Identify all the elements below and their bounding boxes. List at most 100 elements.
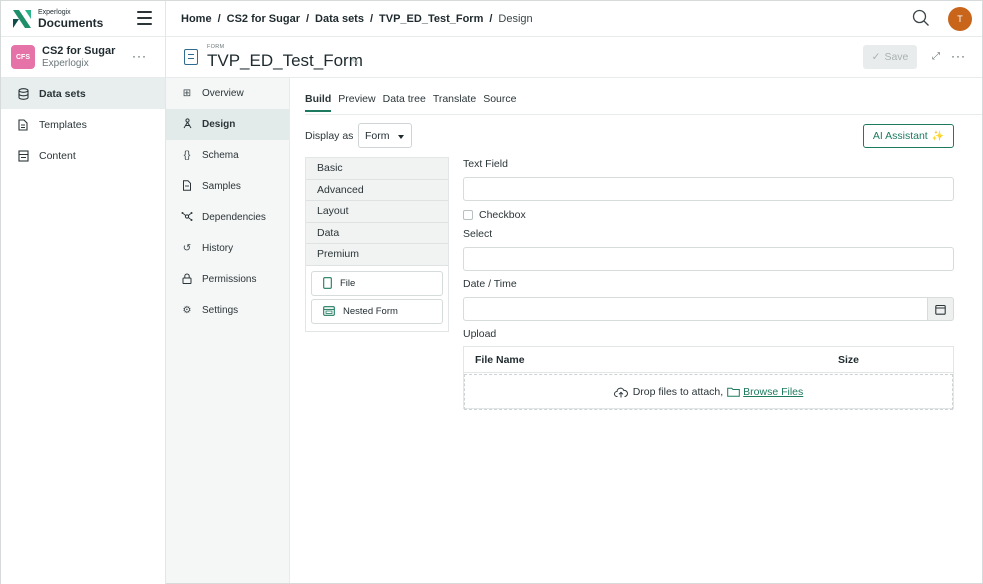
breadcrumb-home[interactable]: Home [181,13,212,25]
brand: Experlogix Documents [1,1,165,37]
palette-component-nested-form[interactable]: Nested Form [311,298,443,324]
calendar-icon[interactable] [928,297,954,321]
tabs-divider [305,114,982,115]
drop-text: Drop files to attach, [632,386,724,398]
sidebar-item-content[interactable]: Content [1,140,165,171]
palette-group-data[interactable]: Data [306,222,448,244]
checkbox[interactable] [463,210,473,220]
network-icon [181,211,193,225]
text-field-label: Text Field [463,158,508,170]
folder-icon [727,387,740,397]
sparkle-icon: ✨ [931,130,945,142]
document-icon [17,118,29,131]
tab-source[interactable]: Source [483,93,516,112]
component-palette: Basic Advanced Layout Data Premium File … [305,157,449,332]
subnav-item-label: Overview [202,88,244,99]
brand-product: Documents [38,15,104,30]
select-input[interactable] [463,247,954,271]
project-name: CS2 for Sugar [42,44,116,57]
palette-component-label: Nested Form [343,305,398,317]
page-title: TVP_ED_Test_Form [207,51,363,70]
breadcrumb-data-sets[interactable]: Data sets [315,13,364,25]
upload-col-name: File Name [475,353,525,366]
cloud-upload-icon [613,387,628,398]
tab-data-tree[interactable]: Data tree [383,93,426,112]
browse-files-link[interactable]: Browse Files [743,386,803,398]
display-as-value: Form [365,129,390,142]
user-avatar[interactable]: T [948,7,972,31]
ai-assistant-button[interactable]: AI Assistant ✨ [863,124,954,148]
subnav-item-dependencies[interactable]: Dependencies [166,202,289,233]
tab-translate[interactable]: Translate [433,93,476,112]
subnav-item-label: Samples [202,181,241,192]
subnav-item-schema[interactable]: {} Schema [166,140,289,171]
caret-down-icon [398,135,404,139]
sidebar-item-templates[interactable]: Templates [1,109,165,140]
subnav-item-samples[interactable]: Samples [166,171,289,202]
form-subnav: ⊞ Overview Design {} Schema Samples Depe… [166,78,290,583]
upload-label: Upload [463,328,497,340]
display-as-select[interactable]: Form [358,123,412,148]
drop-zone[interactable]: Drop files to attach, Browse Files [464,374,953,410]
project-switcher[interactable]: CFS CS2 for Sugar Experlogix ··· [1,37,165,78]
breadcrumb: Home / CS2 for Sugar / Data sets / TVP_E… [181,13,533,25]
palette-component-file[interactable]: File [311,270,443,296]
palette-group-layout[interactable]: Layout [306,201,448,223]
database-icon [17,87,29,100]
tab-build[interactable]: Build [305,93,332,112]
form-header: FORM TVP_ED_Test_Form ✎ ✓ Save ⤢ ··· [166,37,982,78]
braces-icon: {} [183,150,191,161]
edit-title-icon[interactable]: ✎ [351,57,359,68]
sidebar-item-label: Templates [39,118,87,131]
breadcrumb-project[interactable]: CS2 for Sugar [227,13,300,25]
breadcrumb-form[interactable]: TVP_ED_Test_Form [379,13,483,25]
subnav-item-settings[interactable]: ⚙ Settings [166,295,289,326]
subnav-item-history[interactable]: ↺ History [166,233,289,264]
upload-col-size: Size [838,353,860,366]
form-kicker: FORM [207,44,225,50]
gear-icon: ⚙ [182,305,192,316]
app-sidebar: Experlogix Documents CFS CS2 for Sugar E… [1,1,166,584]
sidebar-item-label: Data sets [39,87,86,100]
breadcrumb-separator: / [369,12,374,25]
subnav-item-permissions[interactable]: Permissions [166,264,289,295]
checkbox-field[interactable]: Checkbox [463,209,526,221]
palette-premium-body: File Nested Form [306,265,448,331]
display-as-label: Display as [305,130,354,142]
datetime-input[interactable] [463,297,928,321]
check-icon: ✓ [871,51,881,63]
project-more-icon[interactable]: ··· [132,49,147,63]
search-icon[interactable] [912,9,930,27]
more-options-icon[interactable]: ··· [951,49,966,63]
expand-icon[interactable]: ⤢ [932,51,940,62]
palette-group-basic[interactable]: Basic [306,158,448,180]
experlogix-logo-icon [13,9,31,28]
subnav-item-label: Dependencies [202,212,266,223]
menu-icon[interactable] [137,11,152,25]
history-icon: ↺ [182,243,192,254]
window-icon [323,306,335,316]
ai-assistant-label: AI Assistant [872,130,928,142]
save-button[interactable]: ✓ Save [863,45,917,69]
subnav-item-label: Permissions [202,274,257,285]
subnav-item-overview[interactable]: ⊞ Overview [166,78,289,109]
brand-company: Experlogix [38,8,71,16]
breadcrumb-separator: / [217,12,221,25]
tab-preview[interactable]: Preview [338,93,375,112]
upload-field: File Name Size Drop files to attach, Bro… [463,346,954,410]
design-icon [181,117,193,132]
palette-group-premium[interactable]: Premium [306,244,448,266]
subnav-item-design[interactable]: Design [166,109,289,140]
save-label: Save [884,51,909,63]
form-icon [184,49,198,65]
form-builder: Build Preview Data tree Translate Source… [290,78,982,583]
lock-icon [181,273,193,287]
subnav-item-label: History [202,243,234,254]
datetime-label: Date / Time [463,278,517,290]
sidebar-item-data-sets[interactable]: Data sets [1,78,165,109]
subnav-item-label: Schema [202,150,239,161]
palette-component-label: File [340,277,356,289]
palette-group-advanced[interactable]: Advanced [306,179,448,201]
subnav-item-label: Design [202,119,236,130]
text-field-input[interactable] [463,177,954,201]
